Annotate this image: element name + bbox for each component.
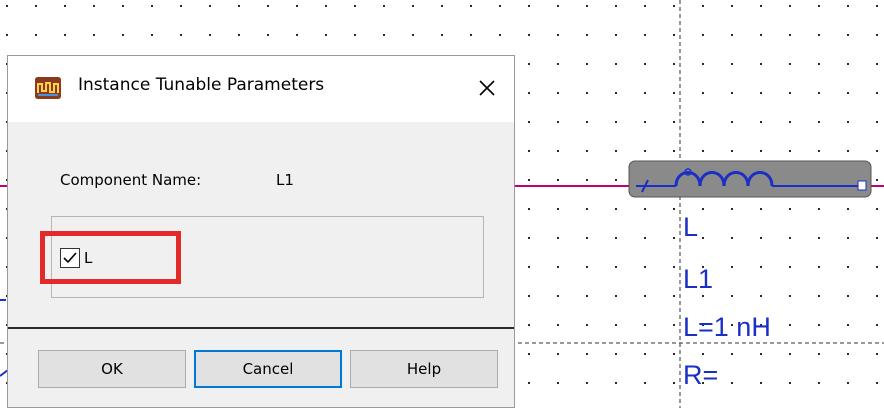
close-button[interactable] <box>466 70 506 106</box>
cancel-button[interactable]: Cancel <box>194 350 342 388</box>
component-name-label: L1 <box>683 264 714 294</box>
component-name-label: Component Name: <box>60 171 202 189</box>
close-icon <box>479 80 495 96</box>
component-name-value: L1 <box>276 171 294 189</box>
component-value-label: L=1 nH <box>683 312 771 342</box>
highlight-box <box>40 231 181 284</box>
instance-tunable-parameters-dialog: Instance Tunable Parameters Component Na… <box>7 55 515 408</box>
inductor-symbol[interactable] <box>628 160 872 198</box>
app-logo-icon <box>35 77 61 99</box>
ok-button[interactable]: OK <box>38 350 186 388</box>
help-button[interactable]: Help <box>350 350 498 388</box>
component-type-label: L <box>683 212 699 242</box>
dialog-titlebar[interactable]: Instance Tunable Parameters <box>8 56 514 122</box>
component-r-label: R= <box>683 360 719 390</box>
dialog-title: Instance Tunable Parameters <box>78 75 325 95</box>
divider <box>8 327 514 329</box>
